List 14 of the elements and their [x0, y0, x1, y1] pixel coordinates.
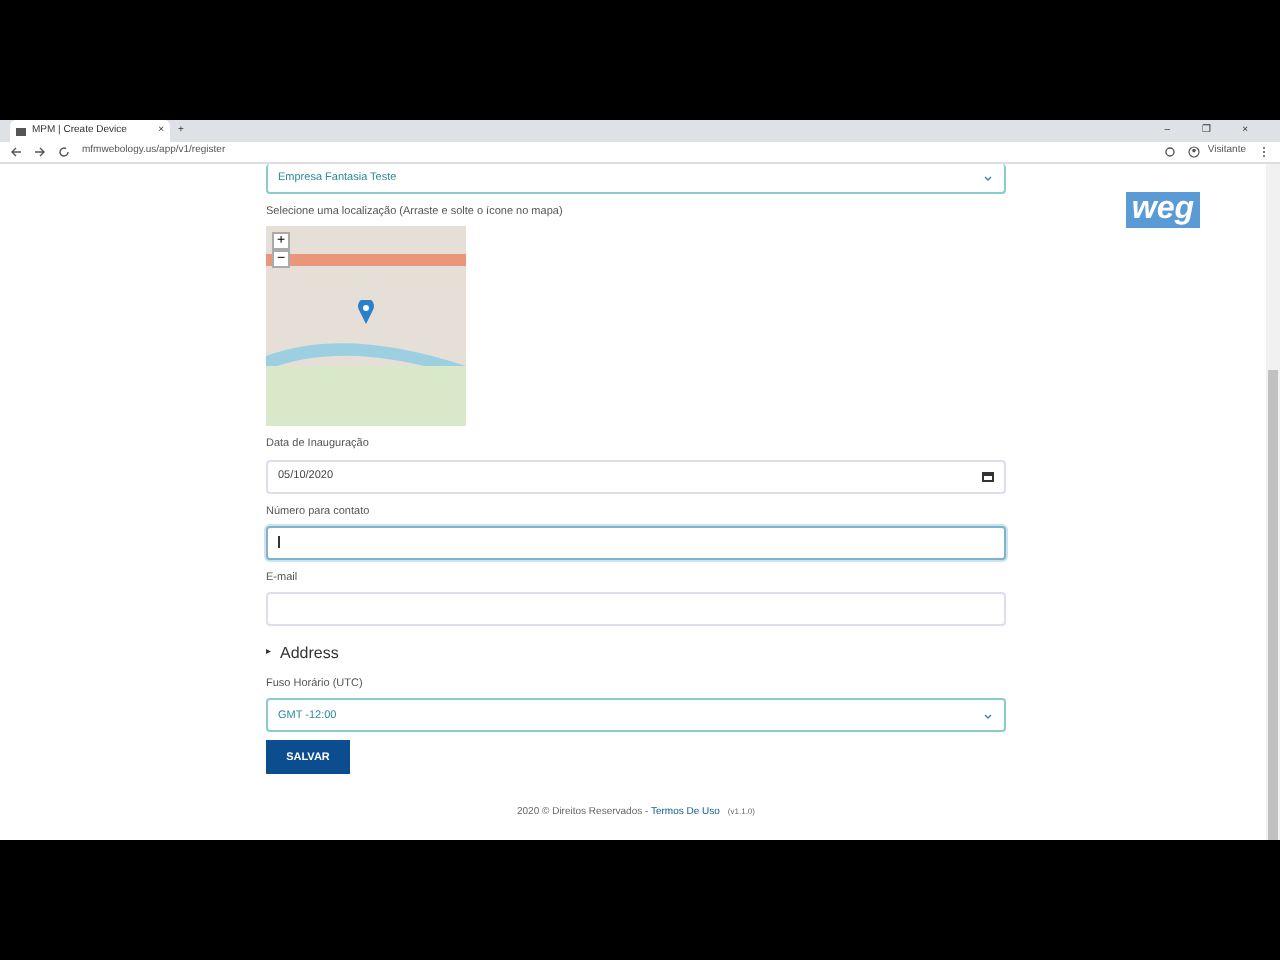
extension-icon[interactable] — [1163, 146, 1176, 158]
forward-icon[interactable] — [34, 146, 46, 158]
scrollbar-thumb[interactable] — [1268, 370, 1278, 840]
caret-icon — [982, 172, 994, 184]
reload-icon[interactable] — [58, 146, 70, 158]
back-icon[interactable] — [10, 146, 22, 158]
person-icon[interactable] — [1187, 146, 1200, 158]
calendar-icon[interactable] — [982, 471, 994, 481]
map-pin-icon[interactable] — [358, 300, 374, 325]
page-icon — [16, 127, 26, 135]
caret-icon — [982, 709, 994, 722]
logo: weg — [1125, 192, 1200, 228]
input-field[interactable] — [266, 525, 1006, 560]
section-heading[interactable]: Address — [280, 642, 339, 666]
